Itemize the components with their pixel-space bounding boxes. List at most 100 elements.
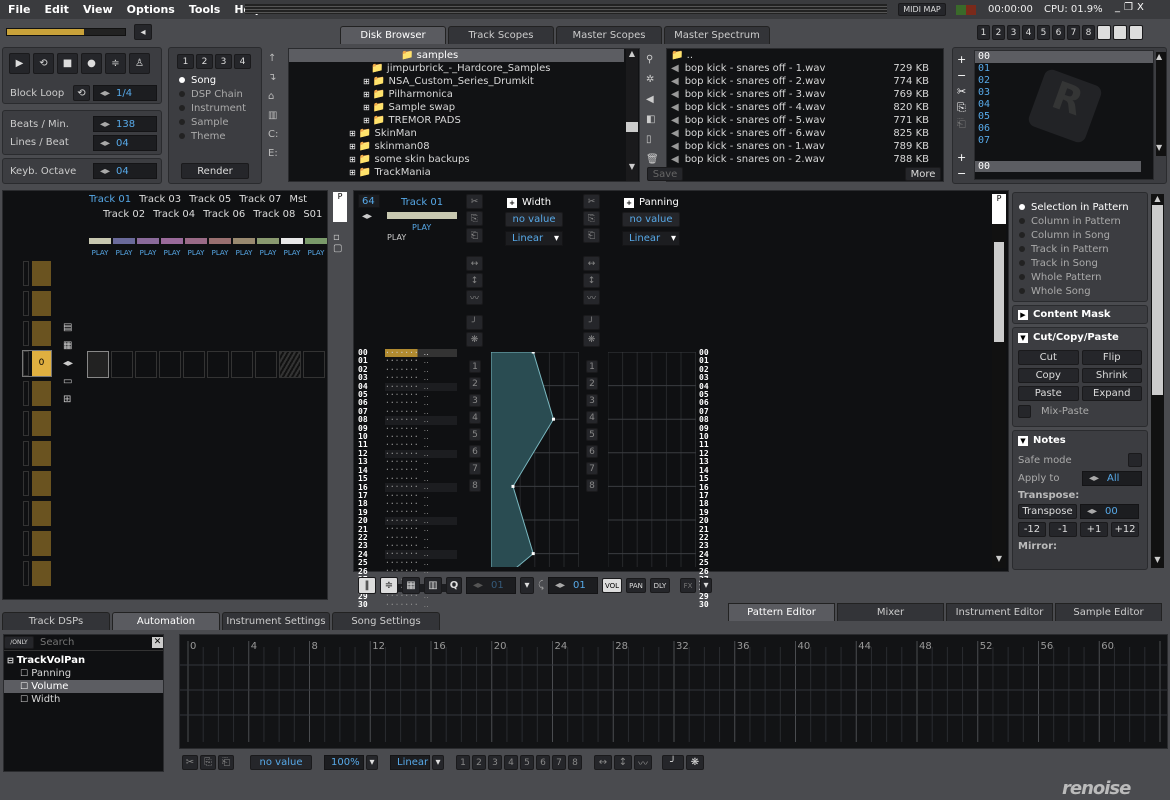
play-icon[interactable]: ▶ [9,53,30,74]
tab-sample-editor[interactable]: Sample Editor [1055,603,1162,621]
folder-item[interactable]: ⊞ 📁 Sample swap [289,101,639,114]
folder-item[interactable]: ⊞ 📁 NSA_Custom_Series_Drumkit [289,75,639,88]
matrix-track-header[interactable]: Track 08 [253,209,295,220]
sequence-bottom[interactable]: 00 [975,161,1141,172]
envelope-slot-8[interactable]: 8 [469,479,481,492]
cut-icon[interactable]: ✂ [583,194,600,209]
minimize-icon[interactable]: _ [1115,2,1120,13]
automation-slot-8[interactable]: 8 [568,755,582,770]
automation-slot-1[interactable]: 1 [456,755,470,770]
zoom-dropdown[interactable]: ▾ [366,755,378,770]
track-mute-1[interactable]: PLAY [89,238,111,258]
scope-option[interactable]: Track in Song [1019,256,1141,270]
randomize-icon[interactable]: ❋ [583,332,600,347]
folder-item[interactable]: ⊞ 📁 TREMOR PADS [289,114,639,127]
expand-button[interactable]: Expand [1081,386,1142,401]
file-item[interactable]: ◀ bop kick - snares off - 5.wav 771 KB [667,114,929,127]
checkbox-icon[interactable]: ☐ [20,682,28,692]
render-preset-2[interactable]: 2 [196,54,213,69]
tab-instrument-settings[interactable]: Instrument Settings [222,612,330,630]
paste-icon[interactable]: ⎗ [466,228,483,243]
pattern-grid-icon[interactable]: ▦ [63,337,73,355]
envelope-slot-6[interactable]: 6 [469,445,481,458]
automation-graph[interactable]: 0 4 8 12 16 20 24 28 32 36 40 44 48 52 56 60 [179,634,1168,749]
copy-icon[interactable]: ⎘ [200,755,216,770]
matrix-cell[interactable] [279,351,301,378]
sequence-slot[interactable] [23,561,51,586]
envelope-slot-8[interactable]: 8 [586,479,598,492]
envelope-slot-2[interactable]: 2 [586,377,598,390]
block-loop-value[interactable]: ◂▸ 1/4 [93,85,157,101]
cut-icon[interactable]: ✂ [957,84,966,100]
delay-column-toggle[interactable]: DLY [650,578,670,593]
tab-mixer[interactable]: Mixer [837,603,944,621]
transpose-step-button[interactable]: +1 [1080,522,1108,537]
envelope-point[interactable] [551,417,555,421]
matrix-track-header[interactable]: Track 01 [89,194,131,205]
layout-preset-3[interactable]: 3 [1007,25,1020,40]
envelope-point[interactable] [511,484,515,488]
pattern-scrollbar[interactable]: P ▼ [992,194,1006,568]
layout-preset-4[interactable]: 4 [1022,25,1035,40]
down-icon[interactable]: ↴ [268,68,284,87]
tab-disk-browser[interactable]: Disk Browser [340,26,446,44]
sequence-slot[interactable] [23,381,51,406]
envelope-slot-6[interactable]: 6 [586,445,598,458]
home-icon[interactable]: ⌂ [268,87,284,106]
cut-button[interactable]: Cut [1018,350,1079,365]
bpm-value[interactable]: ◂▸ 138 [93,116,157,132]
envelope-slot-4[interactable]: 4 [469,411,481,424]
width-value[interactable]: no value [505,212,563,227]
clear-search-icon[interactable]: ✕ [152,637,163,648]
tab-track-scopes[interactable]: Track Scopes [448,26,554,44]
tab-pattern-editor[interactable]: Pattern Editor [728,603,835,621]
automation-param[interactable]: ☐ Volume [4,680,163,693]
stretch-vertical-icon[interactable]: ↕ [583,273,600,288]
matrix-cell[interactable] [183,351,205,378]
envelope-slot-1[interactable]: 1 [586,360,598,373]
automation-slot-3[interactable]: 3 [488,755,502,770]
save-button[interactable]: Save [647,167,683,181]
sequence-slot[interactable]: 0 [22,350,52,377]
scope-option[interactable]: Column in Song [1019,228,1141,242]
stretch-horizontal-icon[interactable]: ↔ [466,256,483,271]
track-mute-5[interactable]: PLAY [185,238,207,258]
render-preset-1[interactable]: 1 [177,54,194,69]
track-mute-3[interactable]: PLAY [137,238,159,258]
layout-single-icon[interactable] [1113,25,1127,40]
fx-column-toggle[interactable]: FX [680,578,696,593]
transpose-step-button[interactable]: +12 [1111,522,1139,537]
pattern-list-icon[interactable]: ▤ [63,319,73,337]
automation-slot-2[interactable]: 2 [472,755,486,770]
close-icon[interactable]: X [1137,2,1144,13]
mix-paste-checkbox[interactable] [1018,405,1031,418]
add-icon[interactable]: + [957,52,966,68]
speaker-icon[interactable]: ◂ [134,24,152,40]
track-mute-10[interactable]: PLAY [305,238,327,258]
render-option-song[interactable]: Song [179,73,246,87]
scope-option[interactable]: Selection in Pattern [1019,200,1141,214]
tab-song-settings[interactable]: Song Settings [332,612,440,630]
menu-tools[interactable]: Tools [189,3,220,16]
more-button[interactable]: More [905,167,941,181]
advanced-edit-scrollbar[interactable]: ▲ ▼ [1151,194,1164,568]
expand-icon[interactable]: ▢ [333,243,347,254]
up-icon[interactable]: ↑ [268,49,284,68]
remove-icon[interactable]: − [957,68,966,84]
restore-icon[interactable]: ❐ [1124,2,1133,13]
envelope-slot-1[interactable]: 1 [469,360,481,373]
curve-icon[interactable]: ╯ [466,315,483,330]
copy-icon[interactable]: ⎘ [583,211,600,226]
render-option-theme[interactable]: Theme [179,129,246,143]
preview-icon[interactable]: ✲ [646,70,662,90]
copy-button[interactable]: Copy [1018,368,1079,383]
transpose-step-button[interactable]: -1 [1049,522,1077,537]
paste-button[interactable]: Paste [1018,386,1079,401]
curve-icon[interactable]: ╯ [662,755,684,770]
sequence-slot[interactable]: 00 [975,51,1153,63]
envelope-slot-4[interactable]: 4 [586,411,598,424]
search-input[interactable] [40,637,140,648]
sequence-slot[interactable] [23,531,51,556]
scope-option[interactable]: Whole Pattern [1019,270,1141,284]
panning-value[interactable]: no value [622,212,680,227]
